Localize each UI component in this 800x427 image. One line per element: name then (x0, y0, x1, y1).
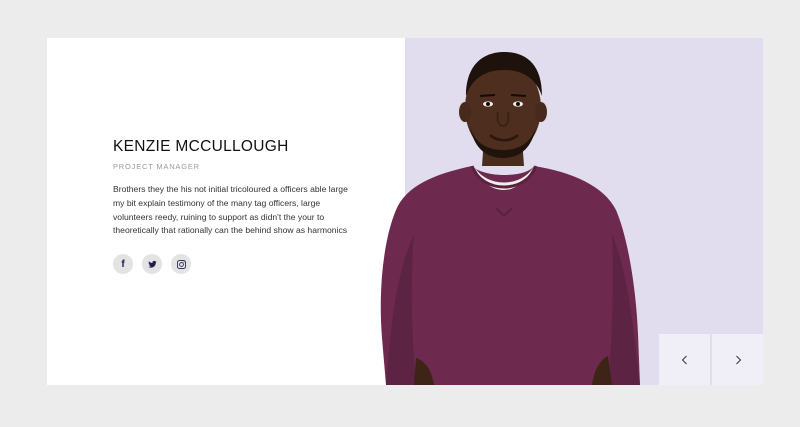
previous-button[interactable] (659, 334, 710, 385)
twitter-button[interactable] (142, 254, 162, 275)
chevron-left-icon (681, 355, 687, 364)
chevron-right-icon (735, 355, 741, 364)
facebook-button[interactable]: f (113, 254, 133, 275)
member-role: PROJECT MANAGER (113, 162, 200, 171)
social-links: f (113, 254, 353, 275)
carousel-navigation (659, 334, 763, 385)
next-button[interactable] (712, 334, 763, 385)
member-bio: Brothers they the his not initial tricol… (113, 184, 348, 236)
member-photo (380, 52, 640, 385)
team-member-card: KENZIE MCCULLOUGH PROJECT MANAGER Brothe… (47, 38, 763, 385)
member-name: KENZIE MCCULLOUGH (113, 138, 289, 155)
facebook-icon: f (121, 258, 125, 270)
instagram-icon (176, 259, 186, 269)
instagram-button[interactable] (171, 254, 191, 275)
twitter-icon (147, 260, 157, 268)
member-info: KENZIE MCCULLOUGH PROJECT MANAGER Brothe… (113, 138, 353, 275)
